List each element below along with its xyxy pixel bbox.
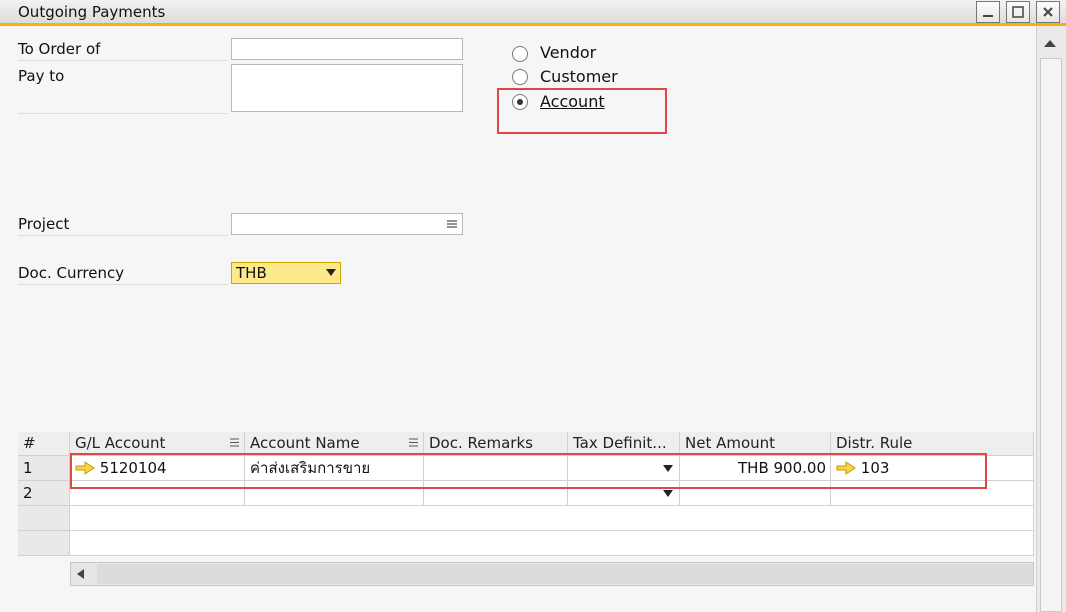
row-number[interactable]: 1	[18, 456, 70, 481]
maximize-button[interactable]	[1006, 1, 1030, 23]
chevron-down-icon[interactable]	[663, 490, 673, 498]
vertical-scroll-track[interactable]	[1040, 58, 1062, 612]
horizontal-scrollbar[interactable]	[70, 562, 1034, 586]
close-button[interactable]	[1036, 1, 1060, 23]
row-number[interactable]: 2	[18, 481, 70, 506]
col-header-account-name-label: Account Name	[250, 434, 360, 452]
scroll-up-icon[interactable]	[1043, 38, 1057, 48]
doc-currency-select[interactable]: THB	[231, 262, 341, 284]
row-number[interactable]	[18, 531, 70, 556]
doc-currency-value: THB	[236, 264, 267, 282]
window-title: Outgoing Payments	[18, 3, 166, 21]
account-highlight-box	[497, 88, 667, 134]
radio-vendor[interactable]	[512, 46, 528, 62]
list-icon[interactable]	[446, 219, 458, 229]
project-label: Project	[18, 215, 228, 236]
empty-row[interactable]	[70, 531, 1034, 556]
chevron-down-icon	[326, 269, 336, 276]
col-header-gl-account-label: G/L Account	[75, 434, 166, 452]
maximize-icon	[1012, 6, 1024, 18]
doc-currency-label: Doc. Currency	[18, 264, 228, 285]
list-icon[interactable]	[408, 438, 419, 447]
horizontal-scroll-thumb[interactable]	[97, 564, 1033, 584]
list-icon[interactable]	[229, 438, 240, 447]
window-title-bar[interactable]: Outgoing Payments	[0, 0, 1066, 26]
pay-to-field[interactable]	[231, 64, 463, 112]
pay-to-label: Pay to	[18, 67, 228, 114]
to-order-of-field[interactable]	[231, 38, 463, 60]
close-icon	[1043, 7, 1053, 17]
row-number[interactable]	[18, 506, 70, 531]
row-highlight-box	[70, 453, 987, 489]
to-order-of-label: To Order of	[18, 40, 228, 61]
minimize-button[interactable]	[976, 1, 1000, 23]
radio-customer[interactable]	[512, 69, 528, 85]
scroll-left-icon[interactable]	[77, 569, 85, 579]
empty-row[interactable]	[70, 506, 1034, 531]
project-field[interactable]	[231, 213, 463, 235]
col-header-num[interactable]: #	[18, 432, 70, 456]
radio-customer-label[interactable]: Customer	[540, 67, 618, 86]
radio-vendor-label[interactable]: Vendor	[540, 43, 596, 62]
minimize-icon	[983, 15, 993, 17]
